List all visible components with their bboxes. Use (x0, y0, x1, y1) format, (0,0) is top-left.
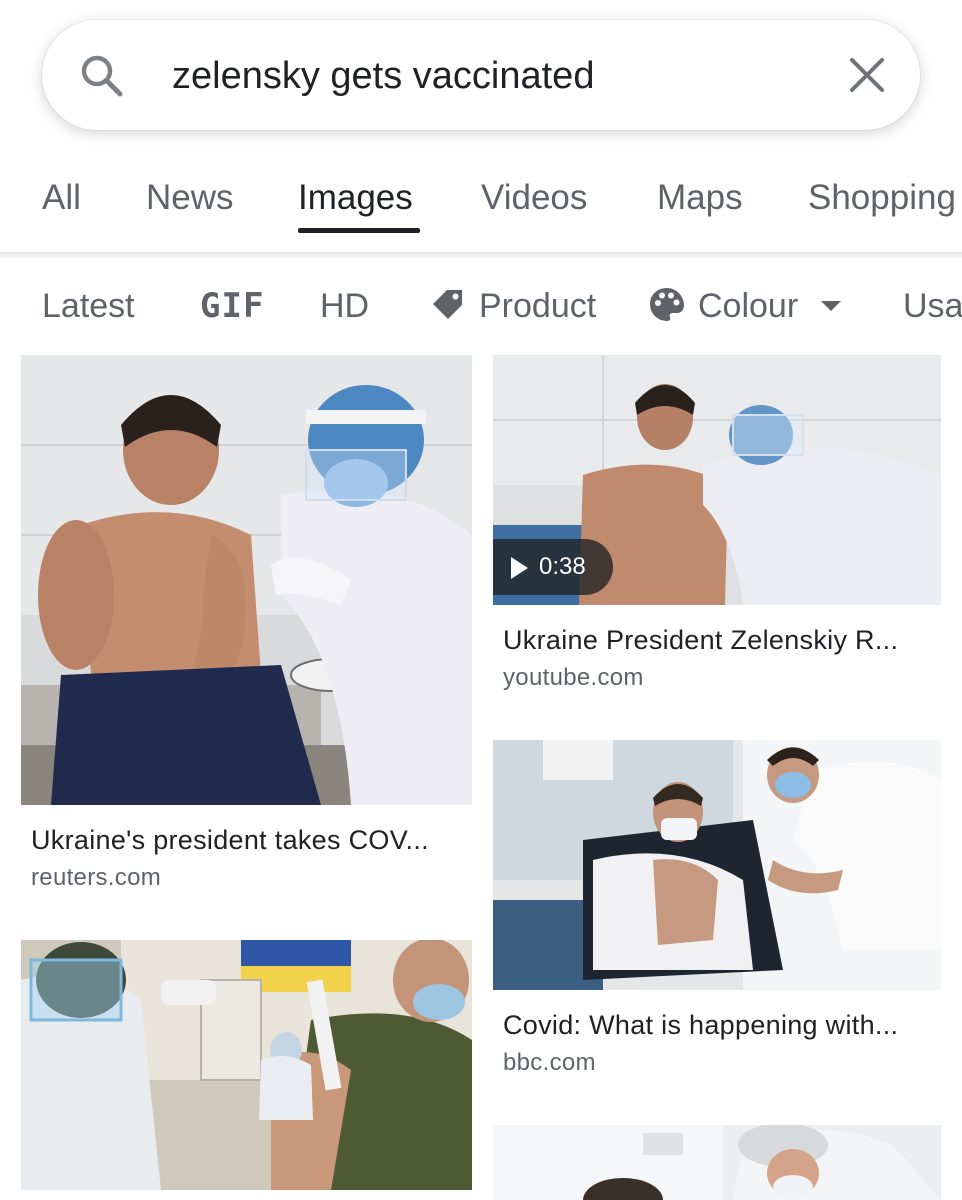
chip-latest[interactable]: Latest (42, 284, 135, 328)
search-tabs: All News Images Videos Maps Shopping (0, 168, 962, 254)
result-thumbnail[interactable]: 0:38 (493, 355, 941, 605)
image-result[interactable] (21, 940, 472, 1200)
filter-chips: Latest GIF HD Product Colour Usage (0, 270, 962, 342)
result-title[interactable]: Ukraine's president takes COV... (31, 823, 429, 857)
result-source: reuters.com (31, 864, 162, 891)
image-result[interactable] (493, 1125, 941, 1200)
tab-images[interactable]: Images (298, 176, 413, 220)
tab-maps[interactable]: Maps (657, 176, 743, 220)
caret-down-icon (821, 301, 841, 311)
image-result[interactable]: Covid: What is happening with... bbc.com (493, 740, 941, 1090)
tab-videos[interactable]: Videos (481, 176, 587, 220)
image-result[interactable]: Ukraine's president takes COV... reuters… (21, 355, 472, 895)
chip-hd[interactable]: HD (320, 284, 369, 328)
result-source: bbc.com (503, 1049, 596, 1076)
chip-product[interactable]: Product (479, 284, 596, 328)
active-tab-indicator (298, 228, 420, 233)
tab-shopping[interactable]: Shopping (808, 176, 956, 220)
result-source: youtube.com (503, 664, 644, 691)
chip-gif[interactable]: GIF (200, 284, 264, 328)
result-thumbnail[interactable] (21, 940, 472, 1190)
search-input[interactable]: zelensky gets vaccinated (172, 50, 594, 102)
result-title[interactable]: Covid: What is happening with... (503, 1008, 898, 1042)
tab-all[interactable]: All (42, 176, 81, 220)
image-result[interactable]: 0:38 Ukraine President Zelenskiy R... yo… (493, 355, 941, 705)
palette-icon (650, 288, 684, 321)
result-thumbnail[interactable] (493, 740, 941, 990)
close-icon[interactable] (848, 56, 886, 94)
chip-usage[interactable]: Usage (903, 284, 962, 328)
tabs-divider (0, 252, 962, 258)
video-duration-badge: 0:38 (493, 539, 613, 595)
result-title[interactable]: Ukraine President Zelenskiy R... (503, 623, 898, 657)
video-duration: 0:38 (539, 553, 586, 580)
tag-icon (433, 290, 462, 319)
tab-news[interactable]: News (146, 176, 234, 220)
play-icon (511, 557, 528, 579)
result-thumbnail[interactable] (21, 355, 472, 805)
result-thumbnail[interactable] (493, 1125, 941, 1200)
chip-colour[interactable]: Colour (698, 284, 798, 328)
search-icon (81, 55, 123, 97)
